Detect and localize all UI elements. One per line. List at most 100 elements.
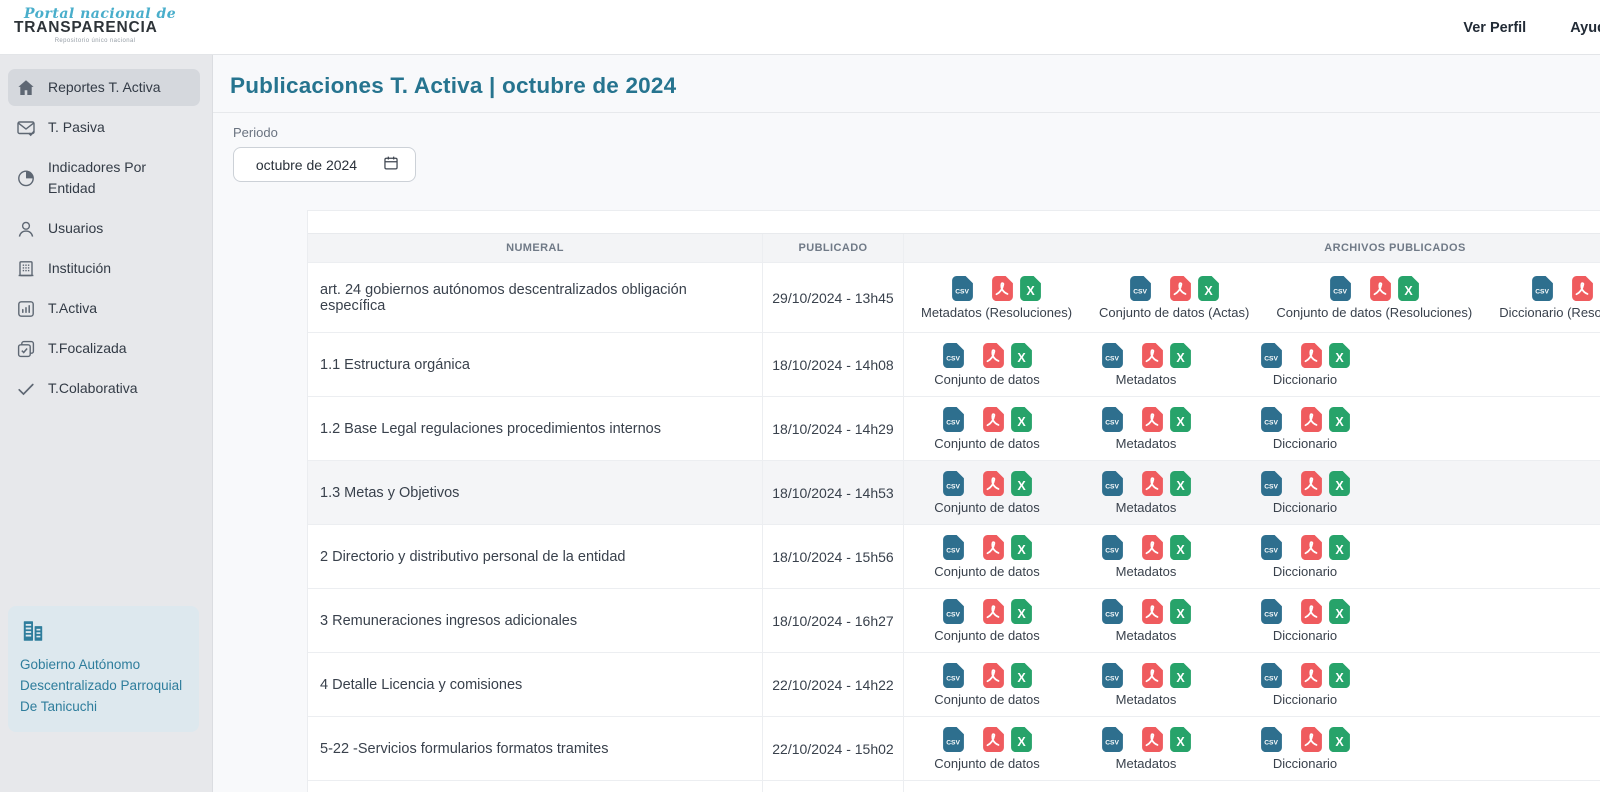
csv-file-icon[interactable]: CSV bbox=[943, 407, 964, 432]
pdf-file-icon[interactable] bbox=[1301, 727, 1322, 752]
csv-file-icon[interactable]: CSV bbox=[1261, 727, 1282, 752]
period-input[interactable]: octubre de 2024 bbox=[233, 147, 416, 182]
file-group-label: Diccionario bbox=[1273, 372, 1337, 387]
xls-file-icon[interactable]: X bbox=[1329, 727, 1350, 752]
pdf-file-icon[interactable] bbox=[1142, 535, 1163, 560]
xls-file-icon[interactable]: X bbox=[1170, 343, 1191, 368]
csv-file-icon[interactable]: CSV bbox=[952, 276, 973, 301]
xls-file-icon[interactable]: X bbox=[1329, 663, 1350, 688]
xls-file-icon[interactable]: X bbox=[1020, 276, 1041, 301]
pdf-file-icon[interactable] bbox=[1301, 471, 1322, 496]
xls-file-icon[interactable]: X bbox=[1011, 663, 1032, 688]
sidebar-item-t-activa[interactable]: T.Activa bbox=[8, 290, 200, 327]
xls-file-icon[interactable]: X bbox=[1329, 535, 1350, 560]
csv-file-icon[interactable]: CSV bbox=[1330, 276, 1351, 301]
xls-file-icon[interactable]: X bbox=[1329, 599, 1350, 624]
file-group: CSVXDiccionario bbox=[1239, 663, 1371, 707]
csv-file-icon[interactable]: CSV bbox=[943, 663, 964, 688]
pdf-file-icon[interactable] bbox=[1142, 727, 1163, 752]
pdf-file-icon[interactable] bbox=[1142, 599, 1163, 624]
entity-card[interactable]: Gobierno Autónomo Descentralizado Parroq… bbox=[8, 606, 199, 732]
xls-file-icon[interactable]: X bbox=[1170, 663, 1191, 688]
csv-file-icon[interactable]: CSV bbox=[1102, 663, 1123, 688]
xls-file-icon[interactable]: X bbox=[1398, 276, 1419, 301]
xls-file-icon[interactable]: X bbox=[1011, 343, 1032, 368]
xls-file-icon[interactable]: X bbox=[1198, 276, 1219, 301]
xls-file-icon[interactable]: X bbox=[1170, 471, 1191, 496]
xls-file-icon[interactable]: X bbox=[1329, 407, 1350, 432]
sidebar-item-t-pasiva[interactable]: T. Pasiva bbox=[8, 109, 200, 146]
pdf-file-icon[interactable] bbox=[1301, 407, 1322, 432]
xls-file-icon[interactable]: X bbox=[1011, 407, 1032, 432]
xls-file-icon[interactable]: X bbox=[1011, 471, 1032, 496]
csv-file-icon[interactable]: CSV bbox=[1102, 535, 1123, 560]
pdf-file-icon[interactable] bbox=[1370, 276, 1391, 301]
pdf-file-icon[interactable] bbox=[1142, 407, 1163, 432]
csv-file-icon[interactable]: CSV bbox=[943, 599, 964, 624]
file-icons: CSV X bbox=[943, 407, 1032, 432]
csv-file-icon[interactable]: CSV bbox=[1261, 535, 1282, 560]
pdf-file-icon[interactable] bbox=[1142, 343, 1163, 368]
sidebar-item-t-focalizada[interactable]: T.Focalizada bbox=[8, 330, 200, 367]
xls-file-icon[interactable]: X bbox=[1329, 471, 1350, 496]
svg-text:X: X bbox=[1176, 414, 1185, 428]
pdf-file-icon[interactable] bbox=[1301, 535, 1322, 560]
csv-file-icon[interactable]: CSV bbox=[1102, 471, 1123, 496]
csv-file-icon[interactable]: CSV bbox=[1532, 276, 1553, 301]
publicado-cell: 18/10/2024 - 14h08 bbox=[763, 333, 904, 396]
pdf-file-icon[interactable] bbox=[1170, 276, 1191, 301]
csv-file-icon[interactable]: CSV bbox=[1261, 407, 1282, 432]
sidebar: Reportes T. ActivaT. PasivaIndicadores P… bbox=[0, 55, 213, 792]
xls-file-icon[interactable]: X bbox=[1329, 343, 1350, 368]
sidebar-item-reportes-t-activa[interactable]: Reportes T. Activa bbox=[8, 69, 200, 106]
csv-file-icon[interactable]: CSV bbox=[943, 727, 964, 752]
xls-file-icon[interactable]: X bbox=[1170, 407, 1191, 432]
pdf-file-icon[interactable] bbox=[983, 407, 1004, 432]
file-group: CSVXMetadatos bbox=[1080, 727, 1212, 771]
xls-file-icon[interactable]: X bbox=[1011, 727, 1032, 752]
pdf-file-icon[interactable] bbox=[1301, 663, 1322, 688]
pdf-file-icon[interactable] bbox=[1572, 276, 1593, 301]
pdf-file-icon[interactable] bbox=[1142, 471, 1163, 496]
sidebar-item-t-colaborativa[interactable]: T.Colaborativa bbox=[8, 370, 200, 407]
csv-file-icon[interactable]: CSV bbox=[943, 343, 964, 368]
csv-file-icon[interactable]: CSV bbox=[1102, 407, 1123, 432]
svg-text:X: X bbox=[1017, 734, 1026, 748]
xls-file-icon[interactable]: X bbox=[1170, 599, 1191, 624]
pdf-file-icon[interactable] bbox=[1301, 343, 1322, 368]
pdf-file-icon[interactable] bbox=[992, 276, 1013, 301]
pdf-file-icon[interactable] bbox=[983, 663, 1004, 688]
ver-perfil-link[interactable]: Ver Perfil bbox=[1463, 20, 1526, 36]
csv-file-icon[interactable]: CSV bbox=[943, 535, 964, 560]
csv-file-icon[interactable]: CSV bbox=[943, 471, 964, 496]
svg-text:X: X bbox=[1017, 414, 1026, 428]
xls-file-icon[interactable]: X bbox=[1011, 599, 1032, 624]
sidebar-item-indicadores-por-entidad[interactable]: Indicadores Por Entidad bbox=[8, 149, 200, 207]
file-icons: CSV X bbox=[1102, 343, 1191, 368]
pdf-file-icon[interactable] bbox=[983, 535, 1004, 560]
pdf-file-icon[interactable] bbox=[983, 343, 1004, 368]
sidebar-item-usuarios[interactable]: Usuarios bbox=[8, 210, 200, 247]
svg-text:X: X bbox=[1335, 670, 1344, 684]
pdf-file-icon[interactable] bbox=[983, 471, 1004, 496]
pdf-file-icon[interactable] bbox=[1301, 599, 1322, 624]
csv-file-icon[interactable]: CSV bbox=[1130, 276, 1151, 301]
portal-logo[interactable]: Portal nacional de TRANSPARENCIA Reposit… bbox=[14, 6, 176, 44]
xls-file-icon[interactable]: X bbox=[1011, 535, 1032, 560]
csv-file-icon[interactable]: CSV bbox=[1261, 471, 1282, 496]
csv-file-icon[interactable]: CSV bbox=[1261, 343, 1282, 368]
csv-file-icon[interactable]: CSV bbox=[1102, 343, 1123, 368]
csv-file-icon[interactable]: CSV bbox=[1261, 599, 1282, 624]
csv-file-icon[interactable]: CSV bbox=[1102, 727, 1123, 752]
sidebar-item-instituci-n[interactable]: Institución bbox=[8, 250, 200, 287]
chart-box-icon bbox=[16, 299, 36, 319]
ayuda-link[interactable]: Ayuda bbox=[1570, 20, 1600, 36]
pdf-file-icon[interactable] bbox=[983, 727, 1004, 752]
pdf-file-icon[interactable] bbox=[1142, 663, 1163, 688]
csv-file-icon[interactable]: CSV bbox=[1102, 599, 1123, 624]
xls-file-icon[interactable]: X bbox=[1170, 535, 1191, 560]
pdf-file-icon[interactable] bbox=[983, 599, 1004, 624]
xls-file-icon[interactable]: X bbox=[1170, 727, 1191, 752]
csv-file-icon[interactable]: CSV bbox=[1261, 663, 1282, 688]
file-group-label: Conjunto de datos bbox=[934, 372, 1040, 387]
